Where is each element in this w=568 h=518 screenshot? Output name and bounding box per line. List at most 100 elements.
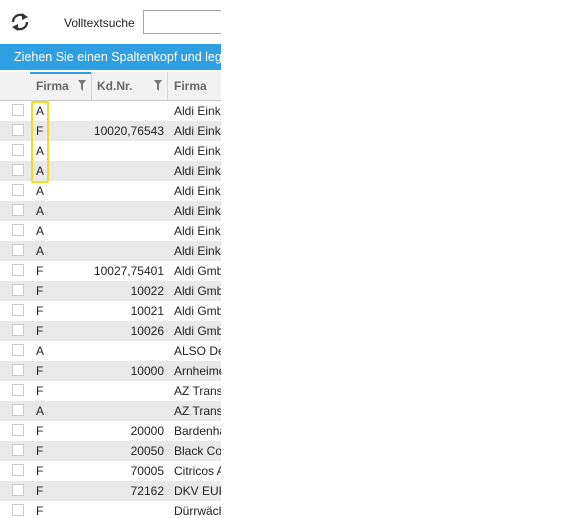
cell-kdnr: 10026 bbox=[130, 324, 164, 338]
toolbar: Volltextsuche bbox=[0, 0, 221, 44]
row-checkbox[interactable] bbox=[12, 364, 24, 376]
row-checkbox[interactable] bbox=[12, 124, 24, 136]
cell-kdnr: 10020,76543 bbox=[93, 124, 164, 138]
group-panel-hint: Ziehen Sie einen Spaltenkopf und legen bbox=[14, 50, 221, 64]
table-row[interactable]: F 72162 DKV EURO bbox=[0, 481, 221, 501]
cell-typ: F bbox=[36, 424, 44, 438]
column-divider[interactable] bbox=[167, 72, 168, 100]
row-checkbox[interactable] bbox=[12, 464, 24, 476]
table-row[interactable]: F 10022 Aldi GmbH bbox=[0, 281, 221, 301]
row-checkbox[interactable] bbox=[12, 444, 24, 456]
table-row[interactable]: F 70005 Citricos A bbox=[0, 461, 221, 481]
cell-firma: Citricos A bbox=[174, 464, 221, 478]
cell-typ: A bbox=[36, 244, 45, 258]
cell-firma: Aldi GmbH bbox=[174, 304, 221, 318]
table-row[interactable]: F AZ Transport bbox=[0, 381, 221, 401]
cell-kdnr: 72162 bbox=[130, 484, 164, 498]
cell-kdnr: 10022 bbox=[130, 284, 164, 298]
cell-firma: Black Coat bbox=[174, 444, 221, 458]
table-row[interactable]: F 10026 Aldi GmbH bbox=[0, 321, 221, 341]
column-divider[interactable] bbox=[91, 72, 92, 100]
table-row[interactable]: F 20000 Bardenhagen bbox=[0, 421, 221, 441]
filter-icon-firma-typ[interactable] bbox=[78, 80, 86, 91]
grid-window: Volltextsuche Ziehen Sie einen Spaltenko… bbox=[0, 0, 221, 518]
table-row[interactable]: F 10000 Arnheimer bbox=[0, 361, 221, 381]
cell-kdnr: 20000 bbox=[130, 424, 164, 438]
refresh-icon[interactable] bbox=[8, 10, 32, 34]
row-checkbox[interactable] bbox=[12, 344, 24, 356]
row-checkbox[interactable] bbox=[12, 484, 24, 496]
search-input[interactable] bbox=[143, 10, 221, 34]
cell-firma: AZ Transport bbox=[174, 404, 221, 418]
cell-firma: Aldi Einkauf bbox=[174, 184, 221, 198]
cell-typ: F bbox=[36, 384, 44, 398]
cell-typ: A bbox=[36, 184, 45, 198]
row-checkbox[interactable] bbox=[12, 244, 24, 256]
search-label: Volltextsuche bbox=[64, 16, 135, 30]
table-row[interactable]: A Aldi Einkauf bbox=[0, 181, 221, 201]
column-header-firma[interactable]: Firma bbox=[174, 72, 207, 100]
cell-kdnr: 70005 bbox=[130, 464, 164, 478]
row-checkbox[interactable] bbox=[12, 164, 24, 176]
cell-typ: A bbox=[36, 224, 45, 238]
cell-firma: Aldi Einkauf bbox=[174, 104, 221, 118]
cell-typ: A bbox=[36, 404, 45, 418]
row-checkbox[interactable] bbox=[12, 144, 24, 156]
grid-header: Firma Kd.Nr. Firma bbox=[0, 72, 221, 101]
cell-typ: F bbox=[36, 464, 44, 478]
cell-firma: Aldi Einkauf bbox=[174, 244, 221, 258]
cell-typ: F bbox=[36, 484, 44, 498]
row-checkbox[interactable] bbox=[12, 204, 24, 216]
cell-typ: F bbox=[36, 364, 44, 378]
cell-typ: A bbox=[36, 344, 45, 358]
row-checkbox[interactable] bbox=[12, 224, 24, 236]
row-checkbox[interactable] bbox=[12, 384, 24, 396]
table-row[interactable]: A AZ Transport bbox=[0, 401, 221, 421]
row-checkbox[interactable] bbox=[12, 324, 24, 336]
cell-kdnr: 10000 bbox=[130, 364, 164, 378]
cell-firma: AZ Transport bbox=[174, 384, 221, 398]
cell-firma: Dürrwächter bbox=[174, 504, 221, 518]
table-row[interactable]: A Aldi Einkauf bbox=[0, 201, 221, 221]
row-checkbox[interactable] bbox=[12, 264, 24, 276]
table-row[interactable]: F 10021 Aldi GmbH bbox=[0, 301, 221, 321]
cell-kdnr: 20050 bbox=[130, 444, 164, 458]
row-checkbox[interactable] bbox=[12, 284, 24, 296]
row-checkbox[interactable] bbox=[12, 184, 24, 196]
cell-firma: Aldi Einkauf bbox=[174, 144, 221, 158]
cell-firma: Aldi GmbH bbox=[174, 324, 221, 338]
cell-firma: Arnheimer bbox=[174, 364, 221, 378]
table-row[interactable]: A Aldi Einkauf bbox=[0, 221, 221, 241]
row-checkbox[interactable] bbox=[12, 304, 24, 316]
group-panel[interactable]: Ziehen Sie einen Spaltenkopf und legen bbox=[0, 44, 221, 70]
cell-kdnr: 10021 bbox=[130, 304, 164, 318]
cell-typ: F bbox=[36, 504, 44, 518]
column-header-firma-typ[interactable]: Firma bbox=[36, 72, 69, 100]
table-row[interactable]: F 20050 Black Coat bbox=[0, 441, 221, 461]
table-row[interactable]: A Aldi Einkauf bbox=[0, 241, 221, 261]
table-row[interactable]: A ALSO Deutschland bbox=[0, 341, 221, 361]
cell-firma: Aldi Einkauf bbox=[174, 124, 221, 138]
cell-firma: Aldi GmbH bbox=[174, 264, 221, 278]
row-checkbox[interactable] bbox=[12, 504, 24, 516]
row-checkbox[interactable] bbox=[12, 404, 24, 416]
row-checkbox[interactable] bbox=[12, 104, 24, 116]
cell-typ: F bbox=[36, 284, 44, 298]
cell-typ: F bbox=[36, 264, 44, 278]
cell-firma: Aldi Einkauf bbox=[174, 224, 221, 238]
table-row[interactable]: F Dürrwächter bbox=[0, 501, 221, 518]
cell-typ: F bbox=[36, 304, 44, 318]
row-checkbox[interactable] bbox=[12, 424, 24, 436]
cell-firma: DKV EURO bbox=[174, 484, 221, 498]
column-header-kdnr[interactable]: Kd.Nr. bbox=[97, 72, 132, 100]
selection-highlight-box bbox=[31, 101, 49, 183]
cell-firma: Aldi Einkauf bbox=[174, 164, 221, 178]
filter-icon-kdnr[interactable] bbox=[154, 80, 162, 91]
cell-firma: ALSO Deutschland bbox=[174, 344, 221, 358]
cell-kdnr: 10027,75401 bbox=[93, 264, 164, 278]
cell-typ: F bbox=[36, 444, 44, 458]
cell-firma: Bardenhagen bbox=[174, 424, 221, 438]
cell-firma: Aldi Einkauf bbox=[174, 204, 221, 218]
cell-typ: F bbox=[36, 324, 44, 338]
table-row[interactable]: F 10027,75401 Aldi GmbH bbox=[0, 261, 221, 281]
